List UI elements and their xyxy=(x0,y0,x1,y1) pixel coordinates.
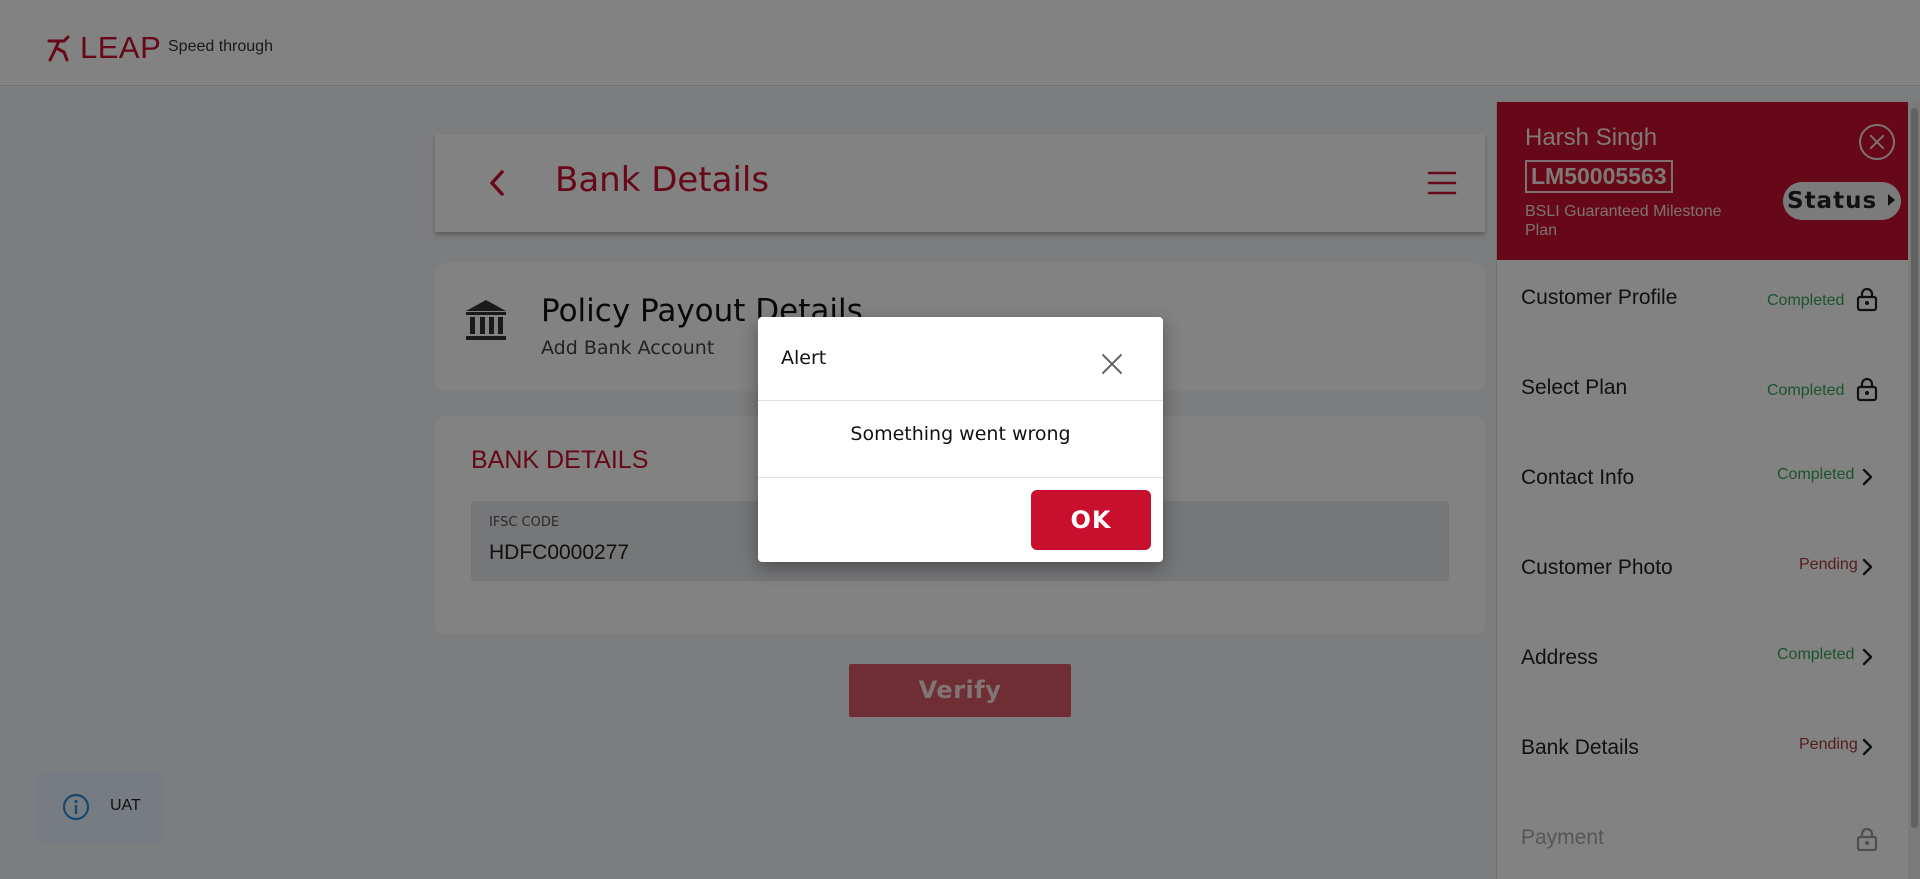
close-icon[interactable] xyxy=(1101,353,1123,375)
ok-button[interactable]: OK xyxy=(1031,490,1151,550)
alert-dialog: Alert Something went wrong OK xyxy=(758,317,1163,562)
alert-title: Alert xyxy=(781,347,827,369)
alert-message: Something went wrong xyxy=(850,423,1071,445)
divider xyxy=(758,400,1163,401)
divider xyxy=(758,477,1163,478)
